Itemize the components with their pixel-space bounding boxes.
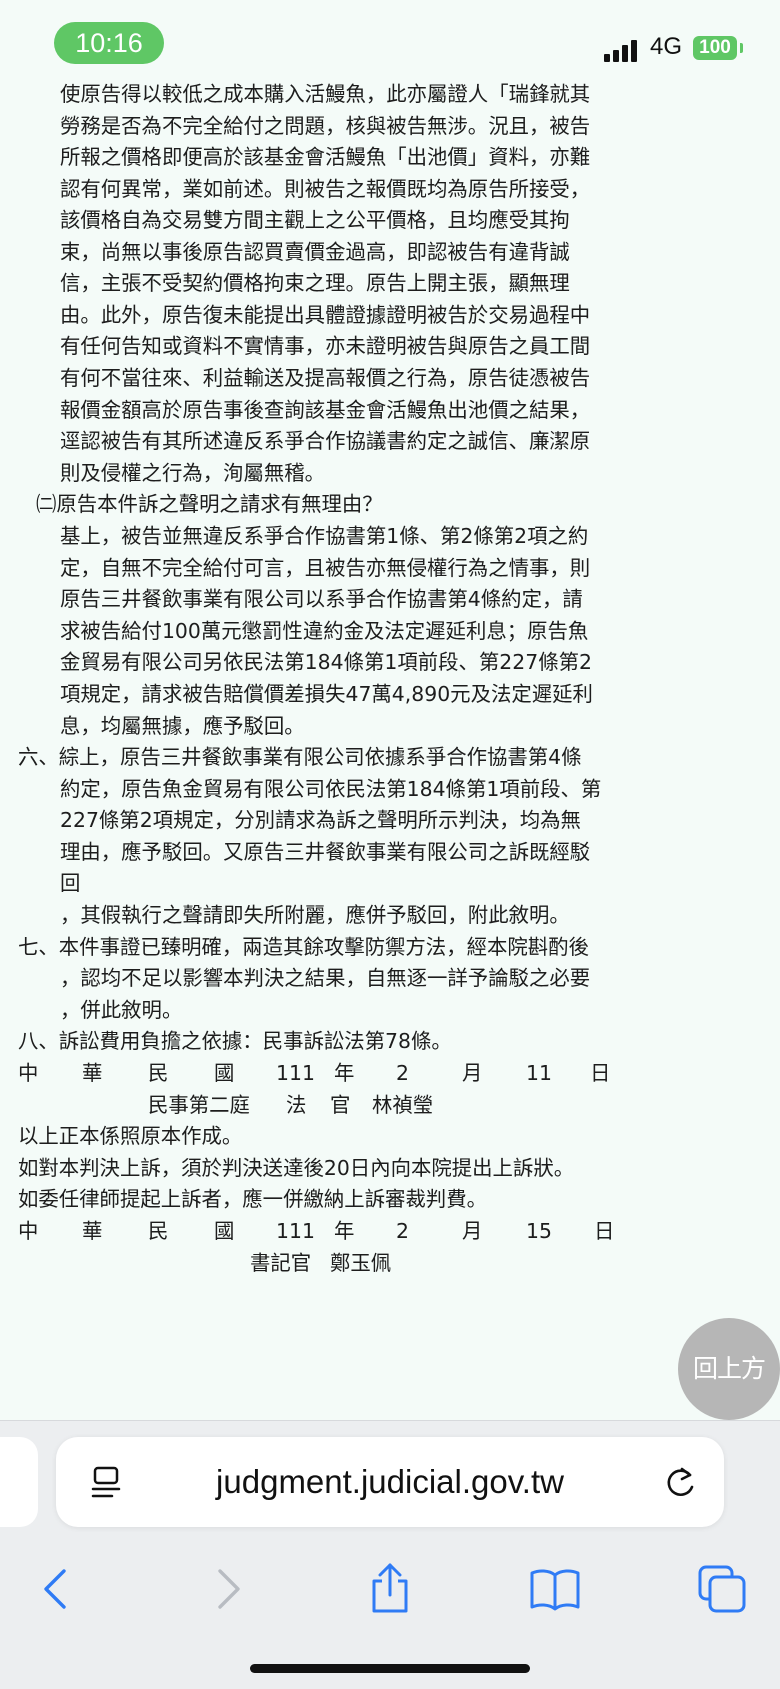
judge-signature: 民事第二庭 法 官 林禎瑩 <box>0 1089 780 1121</box>
doc-line: 有任何告知或資料不實情事，亦未證明被告與原告之員工間 <box>60 334 591 358</box>
appeal-note: 如對本判決上訴，須於判決送達後20日內向本院提出上訴狀。 <box>18 1156 575 1180</box>
doc-line: 原告三井餐飲事業有限公司以系爭合作協書第4條約定，請 <box>60 587 583 611</box>
doc-line: 勞務是否為不完全給付之問題，核與被告無涉。況且，被告 <box>60 114 591 138</box>
back-to-top-button[interactable]: 回上方 <box>678 1318 780 1420</box>
date-year: 111 <box>276 1219 315 1243</box>
forward-button[interactable] <box>198 1561 254 1617</box>
date-char: 月 <box>462 1061 483 1085</box>
date-char: 年 <box>334 1061 355 1085</box>
date-char: 國 <box>214 1219 235 1243</box>
doc-line: 回 <box>60 871 81 895</box>
doc-line: 227條第2項規定，分別請求為訴之聲明所示判決，均為無 <box>60 808 581 832</box>
judgment-document: 使原告得以較低之成本購入活鰻魚，此亦屬證人「瑞鋒就其 勞務是否為不完全給付之問題… <box>0 80 780 1410</box>
clerk-title: 書記官 <box>250 1251 312 1275</box>
share-button[interactable] <box>362 1561 418 1617</box>
date-char: 月 <box>462 1219 483 1243</box>
bookmarks-button[interactable] <box>527 1561 583 1617</box>
doc-line: 項規定，請求被告賠償價差損失47萬4,890元及法定遲延利 <box>60 682 593 706</box>
back-button[interactable] <box>30 1561 86 1617</box>
tabs-icon <box>698 1565 746 1613</box>
chevron-right-icon <box>218 1569 240 1609</box>
book-icon <box>530 1569 580 1611</box>
status-bar: 10:16 4G 100 <box>0 0 780 92</box>
doc-line: 則及侵權之行為，洵屬無稽。 <box>60 461 326 485</box>
section-heading: ㈡原告本件訴之聲明之請求有無理由？ <box>36 492 383 516</box>
doc-line: 金貿易有限公司另依民法第184條第1項前段、第227條第2 <box>60 650 592 674</box>
doc-line: ，認均不足以影響本判決之結果，自無逐一詳予論駁之必要 <box>60 966 591 990</box>
doc-line: 理由，應予駁回。又原告三井餐飲事業有限公司之訴既經駁 <box>60 840 591 864</box>
date-char: 日 <box>594 1219 615 1243</box>
doc-line: 有何不當往來、利益輸送及提高報價之行為，原告徒憑被告 <box>60 366 591 390</box>
court-division: 民事第二庭 <box>148 1093 250 1117</box>
doc-line: ，其假執行之聲請即失所附麗，應併予駁回，附此敘明。 <box>60 903 570 927</box>
date-char: 華 <box>82 1061 103 1085</box>
browser-toolbar <box>0 1541 780 1641</box>
network-type: 4G <box>650 33 683 60</box>
date-char: 中 <box>18 1219 39 1243</box>
title-char: 官 <box>330 1093 351 1117</box>
date-month: 2 <box>396 1219 409 1243</box>
date-day: 11 <box>526 1061 552 1085</box>
title-char: 法 <box>286 1093 307 1117</box>
doc-line: 信，主張不受契約價格拘束之理。原告上開主張，顯無理 <box>60 271 570 295</box>
doc-line: 報價金額高於原告事後查詢該基金會活鰻魚出池價之結果， <box>60 398 591 422</box>
date-char: 日 <box>590 1061 611 1085</box>
share-icon <box>372 1563 408 1613</box>
date-year: 111 <box>276 1061 315 1085</box>
doc-line: 定，自無不完全給付可言，且被告亦無侵權行為之情事，則 <box>60 556 591 580</box>
doc-line: 由。此外，原告復未能提出具體證據證明被告於交易過程中 <box>60 303 591 327</box>
date-char: 中 <box>18 1061 39 1085</box>
date-char: 華 <box>82 1219 103 1243</box>
judge-name: 林禎瑩 <box>372 1093 434 1117</box>
date-char: 民 <box>148 1061 169 1085</box>
address-bar[interactable]: judgment.judicial.gov.tw <box>56 1437 724 1527</box>
fee-note: 如委任律師提起上訴者，應一併繳納上訴審裁判費。 <box>18 1187 487 1211</box>
clerk-signature: 書記官 鄭玉佩 <box>0 1247 780 1279</box>
chevron-left-icon <box>44 1569 66 1609</box>
doc-line: 使原告得以較低之成本購入活鰻魚，此亦屬證人「瑞鋒就其 <box>60 82 591 106</box>
reload-icon[interactable] <box>662 1463 698 1501</box>
cellular-signal-icon <box>604 38 640 62</box>
battery-cap <box>740 43 743 53</box>
section-eight: 八、訴訟費用負擔之依據：民事訴訟法第78條。 <box>18 1029 452 1053</box>
previous-tab-preview[interactable] <box>0 1437 38 1527</box>
home-indicator <box>250 1664 530 1673</box>
clerk-name: 鄭玉佩 <box>330 1251 392 1275</box>
doc-line: 認有何異常，業如前述。則被告之報價既均為原告所接受， <box>60 177 591 201</box>
url-text[interactable]: judgment.judicial.gov.tw <box>56 1437 724 1527</box>
doc-line: 該價格自為交易雙方間主觀上之公平價格，且均應受其拘 <box>60 208 570 232</box>
date-char: 年 <box>334 1219 355 1243</box>
doc-line: 約定，原告魚金貿易有限公司依民法第184條第1項前段、第 <box>60 777 602 801</box>
battery-icon: 100 <box>693 36 737 60</box>
doc-line: 息，均屬無據，應予駁回。 <box>60 714 305 738</box>
section-six: 六、綜上，原告三井餐飲事業有限公司依據系爭合作協書第4條 <box>18 745 582 769</box>
date-month: 2 <box>396 1061 409 1085</box>
copy-note: 以上正本係照原本作成。 <box>18 1124 243 1148</box>
doc-line: 所報之價格即便高於該基金會活鰻魚「出池價」資料，亦難 <box>60 145 591 169</box>
section-seven: 七、本件事證已臻明確，兩造其餘攻擊防禦方法，經本院斟酌後 <box>18 935 589 959</box>
date-day: 15 <box>526 1219 552 1243</box>
doc-line: ，併此敘明。 <box>60 998 183 1022</box>
date-char: 國 <box>214 1061 235 1085</box>
doc-line: 基上，被告並無違反系爭合作協書第1條、第2條第2項之約 <box>60 524 589 548</box>
doc-line: 逕認被告有其所述違反系爭合作協議書約定之誠信、廉潔原 <box>60 429 591 453</box>
doc-line: 束，尚無以事後原告認買賣價金過高，即認被告有違背誠 <box>60 240 570 264</box>
tabs-button[interactable] <box>694 1561 750 1617</box>
status-time: 10:16 <box>54 22 164 64</box>
judgment-date: 中 華 民 國 111 年 2 月 11 日 <box>0 1057 780 1089</box>
doc-line: 求被告給付100萬元懲罰性違約金及法定遲延利息；原告魚 <box>60 619 589 643</box>
date-char: 民 <box>148 1219 169 1243</box>
copy-date: 中 華 民 國 111 年 2 月 15 日 <box>0 1215 780 1247</box>
browser-chrome: judgment.judicial.gov.tw <box>0 1420 780 1689</box>
